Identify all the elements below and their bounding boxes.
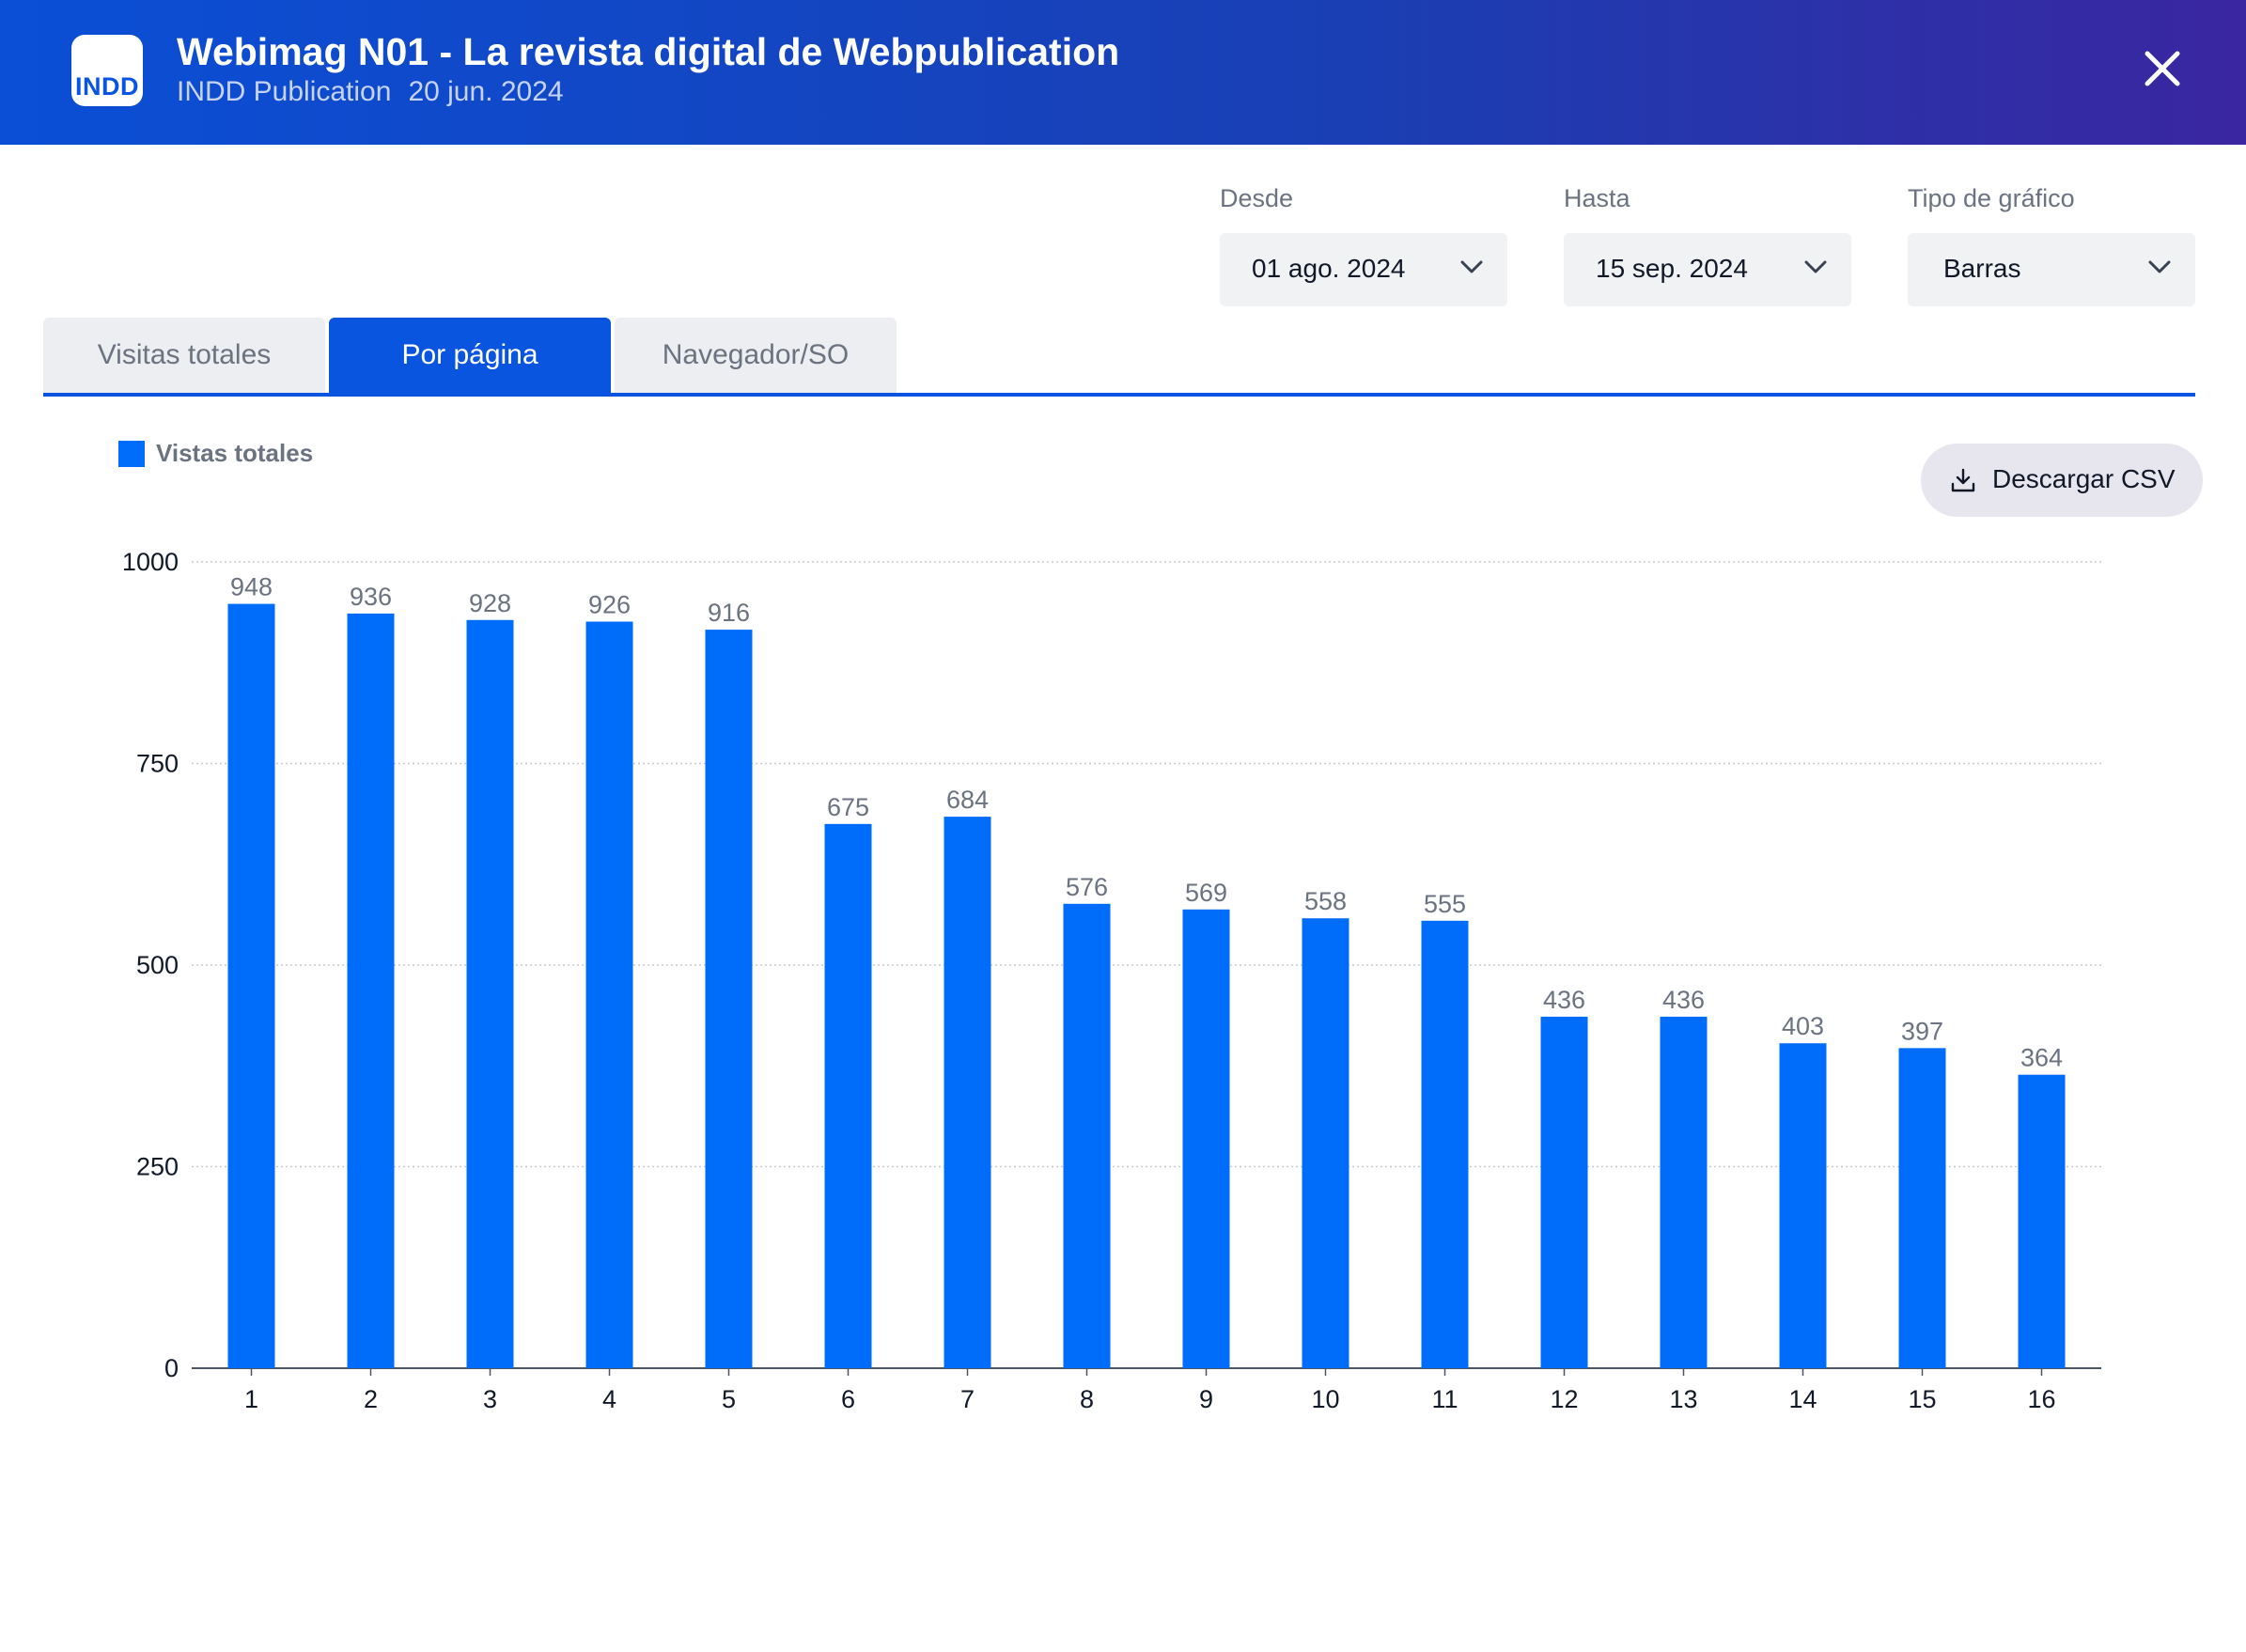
filter-from: Desde 01 ago. 2024	[1220, 184, 1507, 306]
bar	[2018, 1074, 2066, 1368]
y-tick-label: 0	[164, 1354, 179, 1382]
download-csv-label: Descargar CSV	[1992, 464, 2176, 493]
bar	[1063, 903, 1111, 1368]
x-tick-label: 16	[2027, 1385, 2055, 1413]
bar	[585, 621, 633, 1368]
bar	[1182, 909, 1230, 1368]
bar	[944, 817, 991, 1368]
bar-value-label: 916	[708, 599, 750, 627]
close-button[interactable]	[2139, 45, 2186, 92]
x-tick-label: 8	[1080, 1385, 1094, 1413]
x-tick-label: 10	[1311, 1385, 1339, 1413]
x-tick-label: 12	[1550, 1385, 1578, 1413]
close-icon	[2145, 51, 2180, 86]
app-icon-text: INDD	[75, 72, 139, 101]
bar-value-label: 576	[1066, 873, 1108, 901]
bar-value-label: 558	[1304, 887, 1347, 915]
bar	[824, 823, 872, 1368]
y-tick-label: 750	[136, 750, 179, 778]
x-tick-label: 6	[841, 1385, 855, 1413]
bar-value-label: 948	[230, 573, 273, 601]
bar-value-label: 936	[350, 583, 392, 611]
bar	[1421, 920, 1469, 1368]
x-tick-label: 5	[722, 1385, 736, 1413]
chevron-down-icon	[1804, 260, 1827, 273]
y-tick-label: 250	[136, 1153, 179, 1181]
download-csv-button[interactable]: Descargar CSV	[1921, 444, 2203, 517]
tab-navegador-so[interactable]: Navegador/SO	[615, 318, 897, 393]
filter-chart-type: Tipo de gráfico Barras	[1908, 184, 2195, 306]
x-tick-label: 9	[1199, 1385, 1213, 1413]
bar	[1302, 918, 1349, 1368]
x-tick-label: 4	[602, 1385, 616, 1413]
bar-value-label: 555	[1424, 890, 1466, 918]
bar-value-label: 403	[1782, 1012, 1824, 1040]
bar-value-label: 569	[1185, 879, 1227, 907]
bar-value-label: 397	[1901, 1017, 1943, 1045]
bar-value-label: 926	[588, 590, 631, 618]
dialog-header: INDD Webimag N01 - La revista digital de…	[0, 0, 2246, 145]
bar	[1779, 1043, 1827, 1368]
download-icon	[1951, 468, 1975, 492]
tab-visitas-totales[interactable]: Visitas totales	[43, 318, 325, 393]
legend-swatch	[118, 441, 145, 467]
filter-chart-type-label: Tipo de gráfico	[1908, 184, 2075, 212]
chart-type-select[interactable]: Barras	[1908, 233, 2195, 306]
x-tick-label: 13	[1669, 1385, 1697, 1413]
filter-to-label: Hasta	[1564, 184, 1630, 212]
x-tick-label: 7	[960, 1385, 975, 1413]
x-tick-label: 1	[244, 1385, 258, 1413]
publication-type: INDD Publication	[177, 76, 392, 107]
bar-value-label: 364	[2020, 1044, 2063, 1072]
bar-value-label: 684	[946, 786, 989, 814]
indd-app-icon: INDD	[71, 35, 143, 106]
bar-value-label: 436	[1662, 986, 1705, 1014]
bar-value-label: 436	[1543, 986, 1585, 1014]
bar	[347, 613, 395, 1368]
x-tick-label: 3	[483, 1385, 497, 1413]
to-date-select[interactable]: 15 sep. 2024	[1564, 233, 1851, 306]
x-tick-label: 2	[364, 1385, 378, 1413]
bar	[466, 619, 514, 1368]
chevron-down-icon	[2148, 260, 2171, 273]
filter-from-label: Desde	[1220, 184, 1294, 212]
legend-label: Vistas totales	[156, 439, 314, 467]
bar	[1898, 1048, 1946, 1368]
x-tick-label: 15	[1908, 1385, 1936, 1413]
bar-chart: 0250500750100094819362928392649165675668…	[122, 548, 2101, 1413]
x-tick-label: 14	[1788, 1385, 1817, 1413]
chart-type-value: Barras	[1943, 254, 2021, 283]
from-date-value: 01 ago. 2024	[1252, 254, 1406, 283]
bar-value-label: 675	[827, 793, 869, 821]
chevron-down-icon	[1460, 260, 1483, 273]
bar	[1540, 1016, 1588, 1368]
x-tick-label: 11	[1431, 1385, 1458, 1413]
filter-to: Hasta 15 sep. 2024	[1564, 184, 1851, 306]
bar	[705, 630, 753, 1368]
tab-bar: Visitas totales Por página Navegador/SO	[43, 318, 2195, 397]
publication-title: Webimag N01 - La revista digital de Webp…	[177, 30, 1120, 73]
from-date-select[interactable]: 01 ago. 2024	[1220, 233, 1507, 306]
bar	[1660, 1016, 1708, 1368]
y-tick-label: 500	[136, 951, 179, 979]
publication-subtitle: INDD Publication 20 jun. 2024	[177, 76, 564, 108]
bar-value-label: 928	[469, 589, 511, 617]
y-tick-label: 1000	[122, 548, 179, 576]
bar	[227, 603, 275, 1368]
tab-por-pagina[interactable]: Por página	[329, 318, 611, 393]
to-date-value: 15 sep. 2024	[1596, 254, 1748, 283]
publication-date: 20 jun. 2024	[408, 76, 564, 107]
